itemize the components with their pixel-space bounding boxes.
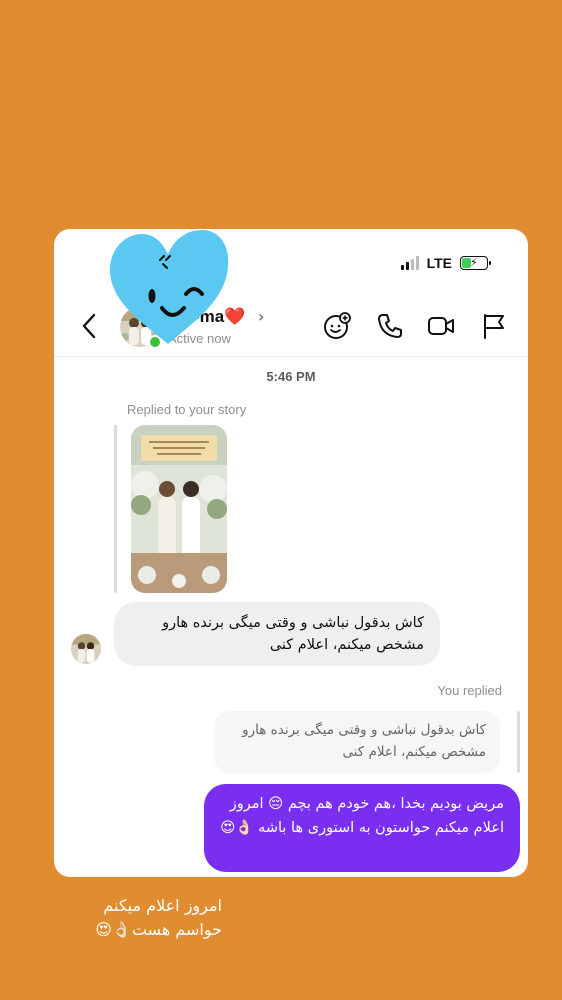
video-camera-icon[interactable] (426, 311, 456, 341)
phone-icon[interactable] (375, 311, 405, 341)
winking-heart-sticker-icon (110, 230, 229, 344)
battery-charging-icon: ⚡ (460, 256, 491, 270)
quote-bar (517, 711, 520, 773)
flag-icon[interactable] (479, 311, 509, 341)
outgoing-message[interactable]: مریض بودیم بخدا ،هم خودم هم بچم 😔 امروز … (204, 784, 520, 872)
header-divider (54, 356, 528, 357)
back-chevron-icon[interactable] (78, 311, 102, 341)
story-reply-bar (114, 425, 117, 593)
replied-to-story-label: Replied to your story (127, 402, 247, 417)
quoted-message[interactable]: کاش بدقول نباشی و وقتی میگی برنده هارو م… (214, 711, 500, 773)
story-thumbnail[interactable] (131, 425, 227, 593)
chevron-right-icon[interactable]: › (258, 307, 264, 326)
status-bar: LTE ⚡ (400, 255, 491, 271)
you-replied-label: You replied (437, 683, 502, 698)
sticker-chat-icon[interactable] (322, 311, 352, 341)
signal-icon (400, 256, 419, 270)
timestamp: 5:46 PM (266, 369, 316, 384)
incoming-message[interactable]: کاش بدقول نباشی و وقتی میگی برنده هارو م… (114, 602, 440, 666)
network-label: LTE (426, 255, 452, 271)
sender-avatar[interactable] (71, 634, 101, 664)
story-caption: امروز اعلام میکنم حواسم هست👌🏻😍 (95, 896, 222, 939)
